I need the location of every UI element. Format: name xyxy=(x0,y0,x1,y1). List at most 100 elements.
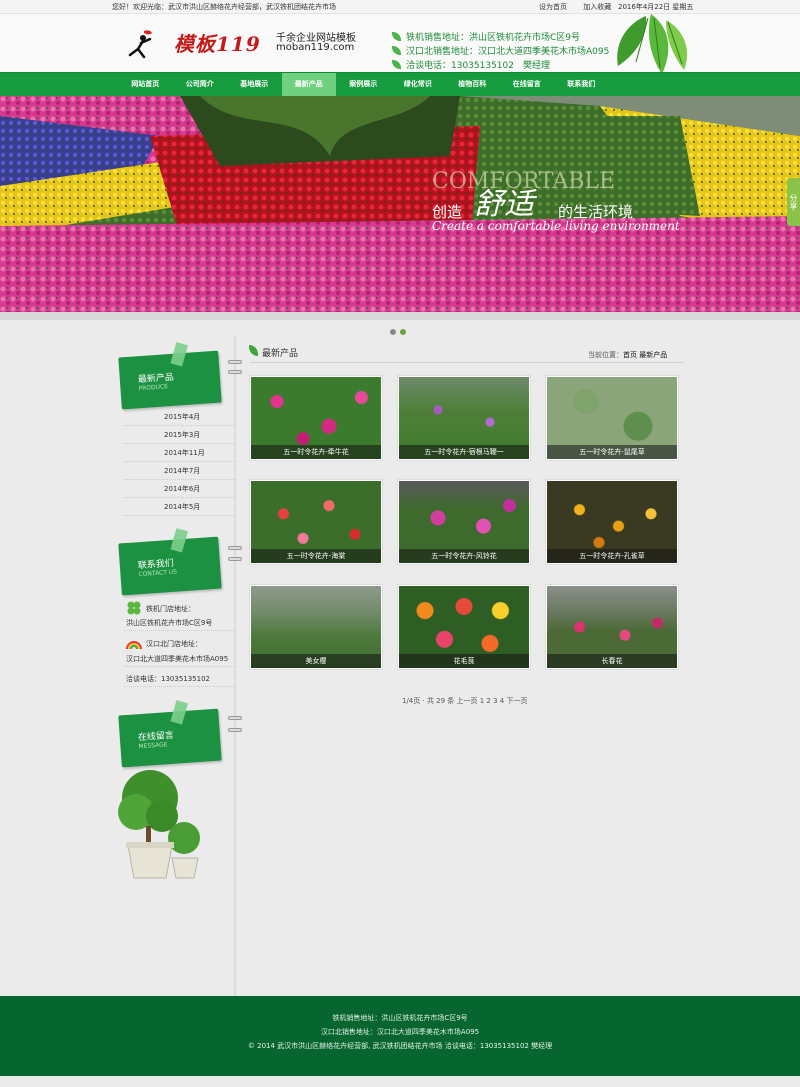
clover-icon xyxy=(127,601,141,615)
product-caption[interactable]: 五一时令花卉-宿根马鞭一 xyxy=(399,445,529,459)
product-card[interactable]: 五一时令花卉-孔雀草 xyxy=(545,479,679,565)
store1-address: 洪山区铁机花卉市场C区9号 xyxy=(126,619,213,627)
nav-list: 网站首页 公司简介 基地展示 最新产品 案例展示 绿化常识 植物百科 在线留言 … xyxy=(118,73,609,96)
banner-slogan-art: 舒适 xyxy=(474,187,538,222)
nav-item-tips[interactable]: 绿化常识 xyxy=(391,73,446,96)
potted-tree-image xyxy=(118,770,200,879)
breadcrumb-current[interactable]: 最新产品 xyxy=(639,351,667,359)
product-image[interactable]: 五一时令花卉-宿根马鞭一 xyxy=(399,377,529,459)
month-link[interactable]: 2014年11月 xyxy=(124,444,236,462)
product-image[interactable]: 五一时令花卉-牵牛花 xyxy=(251,377,381,459)
product-image[interactable]: 长春花 xyxy=(547,586,677,668)
sidebar-message-title[interactable]: 在线留言 MESSAGE xyxy=(118,700,222,768)
tape-decoration xyxy=(170,528,189,553)
breadcrumb-prefix: 当前位置： xyxy=(588,351,623,359)
top-links: 设为首页 加入收藏 xyxy=(539,2,625,12)
product-caption[interactable]: 长春花 xyxy=(547,654,677,668)
header-address-text: 汉口北销售地址：汉口北大道四季美花木市场A095 xyxy=(406,47,610,57)
product-image[interactable]: 五一时令花卉-海棠 xyxy=(251,481,381,563)
month-link[interactable]: 2014年5月 xyxy=(124,498,236,516)
date-text: 2016年4月22日 星期五 xyxy=(618,3,694,11)
site-header: 模板119 千余企业网站模板 moban119.com 铁机销售地址：洪山区铁机… xyxy=(0,14,800,74)
sidebar-products-title-en: PRODUCE xyxy=(138,383,169,393)
nav-item-encyclopedia[interactable]: 植物百科 xyxy=(445,73,500,96)
product-card[interactable]: 五一时令花卉-海棠 xyxy=(249,479,383,565)
nav-item-cases[interactable]: 案例展示 xyxy=(336,73,391,96)
footer-address-2: 汉口北销售地址：汉口北大道四季美花木市场A095 xyxy=(320,1028,480,1036)
product-card[interactable]: 五一时令花卉-牵牛花 xyxy=(249,375,383,461)
header-address-2: 汉口北销售地址：汉口北大道四季美花木市场A095 xyxy=(392,44,609,57)
sidebar-message-title-text: 在线留言 xyxy=(137,730,175,744)
sidebar-message-title-en: MESSAGE xyxy=(138,741,168,751)
month-link[interactable]: 2014年7月 xyxy=(124,462,236,480)
leaf-icon xyxy=(392,46,401,55)
month-link[interactable]: 2015年3月 xyxy=(124,426,236,444)
clip-icon xyxy=(228,546,242,550)
product-caption[interactable]: 美女樱 xyxy=(251,654,381,668)
divider xyxy=(124,686,236,687)
clip-icon xyxy=(228,728,242,732)
nav-item-products[interactable]: 最新产品 xyxy=(281,73,336,96)
footer-address-1: 铁机销售地址：洪山区铁机花卉市场C区9号 xyxy=(332,1014,468,1022)
hero-banner[interactable]: COMFORTABLE 创造 舒适 的生活环境 Create a comfort… xyxy=(0,96,800,320)
banner-dot-active[interactable] xyxy=(400,329,406,335)
month-link[interactable]: 2014年6月 xyxy=(124,480,236,498)
clip-icon xyxy=(228,557,242,561)
product-image[interactable]: 五一时令花卉-鼠尾草 xyxy=(547,377,677,459)
add-favorite-link[interactable]: 加入收藏 xyxy=(583,3,611,11)
title-divider xyxy=(250,362,684,363)
sidebar-contact-title-en: CONTACT US xyxy=(138,568,178,579)
nav-item-base[interactable]: 基地展示 xyxy=(227,73,282,96)
store2-label: 汉口北门店地址： xyxy=(146,640,202,648)
set-home-link[interactable]: 设为首页 xyxy=(539,3,567,11)
product-card[interactable]: 长春花 xyxy=(545,584,679,670)
top-bar: 您好！欢迎光临：武汉市洪山区赫络花卉经营部，武汉铁机团结花卉市场 设为首页 加入… xyxy=(0,0,800,14)
product-caption[interactable]: 五一时令花卉-海棠 xyxy=(251,549,381,563)
banner-pager xyxy=(390,328,410,337)
product-caption[interactable]: 五一时令花卉-风铃花 xyxy=(399,549,529,563)
product-caption[interactable]: 花毛茛 xyxy=(399,654,529,668)
sidebar-phone: 洽谈电话：13035135102 xyxy=(126,675,210,683)
flower-bed-image: COMFORTABLE 创造 舒适 的生活环境 Create a comfort… xyxy=(0,96,800,320)
month-archive-list: 2015年4月 2015年3月 2014年11月 2014年7月 2014年6月… xyxy=(124,408,236,516)
product-image[interactable]: 五一时令花卉-风铃花 xyxy=(399,481,529,563)
nav-item-home[interactable]: 网站首页 xyxy=(118,73,173,96)
logo-site: moban119.com xyxy=(276,42,355,53)
product-image[interactable]: 花毛茛 xyxy=(399,586,529,668)
clip-icon xyxy=(228,716,242,720)
banner-dot[interactable] xyxy=(390,329,396,335)
divider xyxy=(124,666,236,667)
nav-item-about[interactable]: 公司简介 xyxy=(173,73,228,96)
leaf-icon xyxy=(392,32,401,41)
sidebar-products-title-text: 最新产品 xyxy=(137,372,175,386)
product-image[interactable]: 美女樱 xyxy=(251,586,381,668)
leaf-icon xyxy=(392,60,401,69)
site-footer: 铁机销售地址：洪山区铁机花卉市场C区9号 汉口北销售地址：汉口北大道四季美花木市… xyxy=(0,996,800,1076)
logo-figure-icon xyxy=(128,30,152,59)
logo-text[interactable]: 模板119 xyxy=(174,28,261,57)
product-caption[interactable]: 五一时令花卉-牵牛花 xyxy=(251,445,381,459)
product-caption[interactable]: 五一时令花卉-孔雀草 xyxy=(547,549,677,563)
header-address-text: 铁机销售地址：洪山区铁机花卉市场C区9号 xyxy=(406,33,581,43)
share-tab[interactable]: 分享 xyxy=(787,178,800,226)
breadcrumb-home[interactable]: 首页 xyxy=(623,351,637,359)
header-address-1: 铁机销售地址：洪山区铁机花卉市场C区9号 xyxy=(392,30,580,43)
product-caption[interactable]: 五一时令花卉-鼠尾草 xyxy=(547,445,677,459)
sidebar-contact-title[interactable]: 联系我们 CONTACT US xyxy=(118,528,222,596)
nav-item-contact[interactable]: 联系我们 xyxy=(554,73,609,96)
leaf-icon xyxy=(249,345,258,356)
product-card[interactable]: 五一时令花卉-风铃花 xyxy=(397,479,531,565)
store1-label: 铁机门店地址： xyxy=(146,605,195,613)
month-link[interactable]: 2015年4月 xyxy=(124,408,236,426)
product-card[interactable]: 花毛茛 xyxy=(397,584,531,670)
product-card[interactable]: 美女樱 xyxy=(249,584,383,670)
sidebar-products-title[interactable]: 最新产品 PRODUCE xyxy=(118,342,222,410)
nav-item-message[interactable]: 在线留言 xyxy=(500,73,555,96)
product-image[interactable]: 五一时令花卉-孔雀草 xyxy=(547,481,677,563)
header-phone-text: 洽谈电话：13035135102 樊经理 xyxy=(406,61,550,71)
product-card[interactable]: 五一时令花卉-宿根马鞭一 xyxy=(397,375,531,461)
product-card[interactable]: 五一时令花卉-鼠尾草 xyxy=(545,375,679,461)
pagination[interactable]: 1/4页 · 共 29 条 上一页 1 2 3 4 下一页 xyxy=(402,696,527,706)
clip-icon xyxy=(228,370,242,374)
tape-decoration xyxy=(170,700,189,725)
